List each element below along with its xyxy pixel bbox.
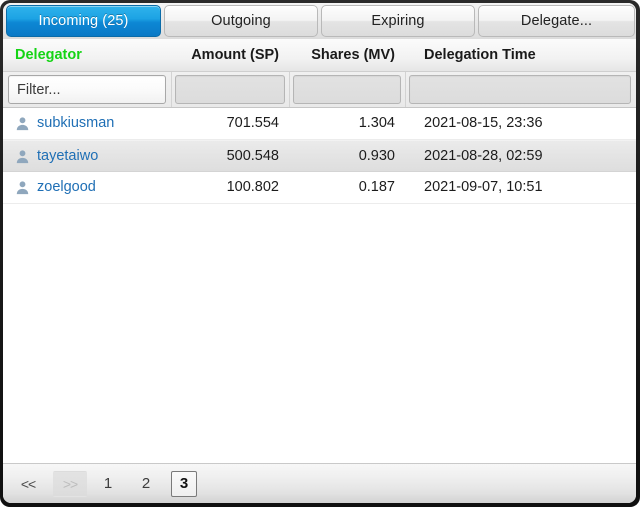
filter-input-delegator[interactable] <box>9 76 165 103</box>
cell-shares: 1.304 <box>358 115 395 131</box>
column-divider <box>405 72 406 107</box>
cell-amount: 100.802 <box>226 179 279 195</box>
cell-delegator: subkiusman <box>3 108 171 139</box>
pagination-first-button[interactable]: << <box>11 471 45 497</box>
pagination-page-3[interactable]: 3 <box>171 470 197 497</box>
user-icon <box>16 150 29 164</box>
filter-row <box>3 72 636 108</box>
delegator-link[interactable]: tayetaiwo <box>37 141 98 172</box>
delegator-link[interactable]: zoelgood <box>37 172 96 203</box>
tab-delegate-label: Delegate... <box>520 13 593 29</box>
user-icon <box>16 181 29 195</box>
cell-delegator: zoelgood <box>3 172 171 203</box>
cell-shares: 0.930 <box>358 148 395 164</box>
tab-expiring-label: Expiring <box>371 13 425 29</box>
column-divider <box>171 72 172 107</box>
tab-outgoing-label: Outgoing <box>211 13 271 29</box>
column-divider <box>289 72 290 107</box>
cell-delegation-time: 2021-09-07, 10:51 <box>424 179 543 195</box>
tab-bar: Incoming (25) Outgoing Expiring Delegate… <box>3 3 636 39</box>
user-icon <box>16 117 29 131</box>
cell-amount: 701.554 <box>226 115 279 131</box>
column-header-amount[interactable]: Amount (SP) <box>171 39 289 71</box>
filter-cell-delegation-time <box>409 75 631 104</box>
delegator-link[interactable]: subkiusman <box>37 108 114 139</box>
filter-cell-amount <box>175 75 285 104</box>
pagination-bar: << >> 1 2 3 <box>3 463 636 503</box>
tab-outgoing[interactable]: Outgoing <box>164 5 318 37</box>
cell-delegation-time: 2021-08-15, 23:36 <box>424 115 543 131</box>
cell-delegator: tayetaiwo <box>3 141 171 172</box>
cell-shares: 0.187 <box>358 179 395 195</box>
window-frame: Incoming (25) Outgoing Expiring Delegate… <box>0 0 640 507</box>
tab-incoming[interactable]: Incoming (25) <box>6 5 161 37</box>
window-content: Incoming (25) Outgoing Expiring Delegate… <box>3 3 636 503</box>
pagination-page-1[interactable]: 1 <box>95 471 121 497</box>
tab-expiring[interactable]: Expiring <box>321 5 475 37</box>
tab-incoming-label: Incoming (25) <box>38 13 129 29</box>
filter-cell-delegator[interactable] <box>8 75 166 104</box>
table-header-row: Delegator Amount (SP) Shares (MV) Delega… <box>3 39 636 72</box>
pagination-page-2[interactable]: 2 <box>133 471 159 497</box>
column-header-delegator[interactable]: Delegator <box>15 39 171 71</box>
table-row[interactable]: zoelgood 100.802 0.187 2021-09-07, 10:51 <box>3 172 636 204</box>
pagination-next-button[interactable]: >> <box>53 470 87 497</box>
table-body: subkiusman 701.554 1.304 2021-08-15, 23:… <box>3 108 636 470</box>
filter-cell-shares <box>293 75 401 104</box>
delegation-window: Incoming (25) Outgoing Expiring Delegate… <box>0 0 640 507</box>
cell-amount: 500.548 <box>226 148 279 164</box>
table-row[interactable]: subkiusman 701.554 1.304 2021-08-15, 23:… <box>3 108 636 140</box>
column-header-shares[interactable]: Shares (MV) <box>289 39 405 71</box>
tab-delegate[interactable]: Delegate... <box>478 5 635 37</box>
column-header-delegation-time[interactable]: Delegation Time <box>405 39 636 71</box>
table-row[interactable]: tayetaiwo 500.548 0.930 2021-08-28, 02:5… <box>3 140 636 172</box>
cell-delegation-time: 2021-08-28, 02:59 <box>424 148 543 164</box>
